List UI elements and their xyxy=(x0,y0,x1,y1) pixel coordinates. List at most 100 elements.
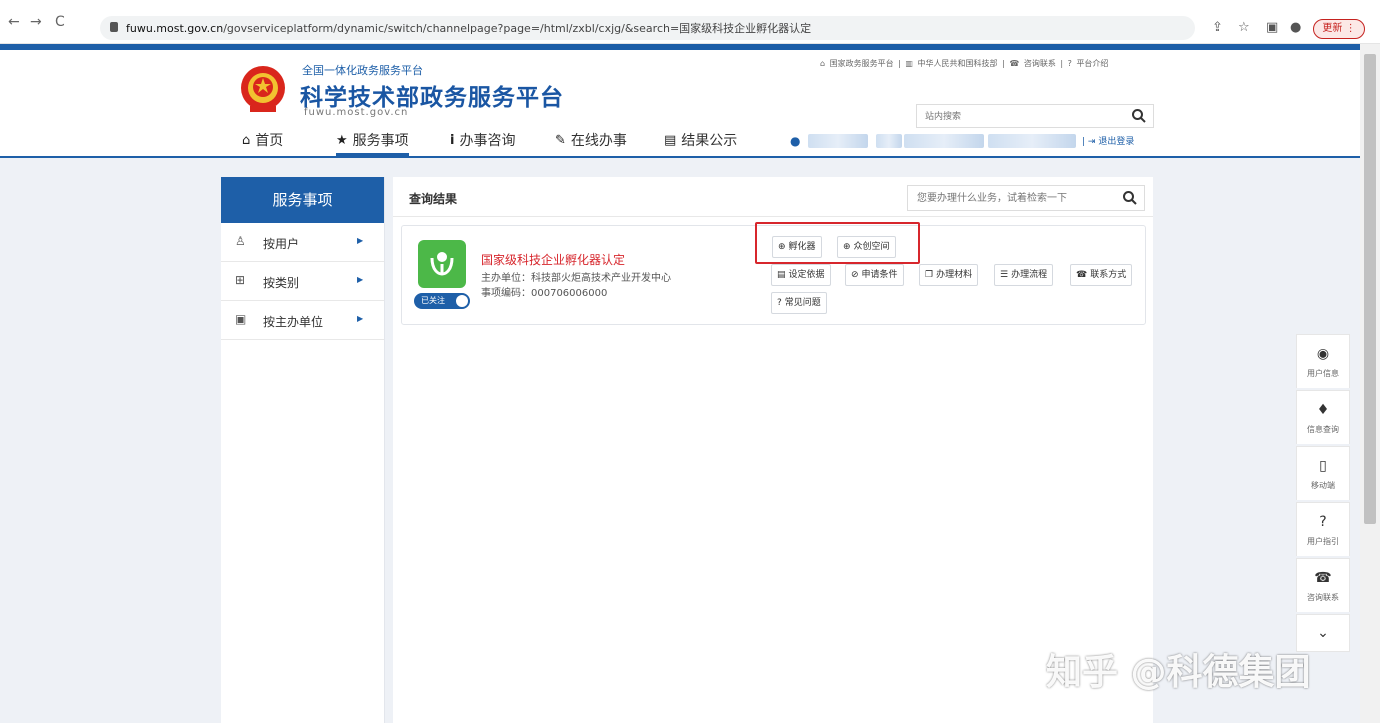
results-title: 查询结果 xyxy=(409,192,458,206)
arrow-circle-icon: ⊕ xyxy=(778,242,786,252)
list-icon: ☰ xyxy=(1000,270,1009,280)
logout-icon: ⇥ xyxy=(1087,137,1096,147)
service-app-icon[interactable] xyxy=(418,240,466,288)
redacted-user-info xyxy=(904,134,984,148)
arrow-circle-icon: ⊕ xyxy=(843,242,851,252)
reload-icon[interactable]: C xyxy=(55,13,65,31)
nav-consult[interactable]: i 办事咨询 xyxy=(450,131,515,150)
url-text: fuwu.most.gov.cn/govserviceplatform/dyna… xyxy=(126,22,812,35)
sidebar: 服务事项 ♙ 按用户 ▶ ⊞ 按类别 ▶ ▣ 按主办单位 ▶ xyxy=(221,177,385,723)
forward-icon[interactable]: → xyxy=(30,13,42,31)
question-circle-icon: ? xyxy=(777,298,782,308)
service-search-input[interactable] xyxy=(908,186,1116,210)
building-icon: ▣ xyxy=(235,312,247,326)
top-link-ministry[interactable]: 中华人民共和国科技部 xyxy=(918,59,998,68)
results-header: 查询结果 xyxy=(393,177,1153,217)
top-link-national-platform[interactable]: 国家政务服务平台 xyxy=(830,59,894,68)
tag-incubator[interactable]: ⊕ 孵化器 xyxy=(772,236,822,258)
nav-results[interactable]: ▤ 结果公示 xyxy=(664,131,737,150)
share-icon[interactable]: ⇪ xyxy=(1212,20,1223,36)
book-icon: ▤ xyxy=(664,132,677,148)
action-materials[interactable]: ❐ 办理材料 xyxy=(919,264,979,286)
rail-info-query[interactable]: ♦ 信息查询 xyxy=(1296,390,1350,444)
phone-icon: ☎ xyxy=(1314,570,1332,586)
profile-icon[interactable]: ● xyxy=(1290,20,1301,36)
caret-right-icon: ▶ xyxy=(357,275,364,284)
caret-right-icon: ▶ xyxy=(357,314,364,323)
pencil-icon: ✎ xyxy=(555,132,566,148)
site-domain: fuwu.most.gov.cn xyxy=(304,107,409,118)
sprout-icon xyxy=(430,252,454,276)
service-search-box xyxy=(907,185,1145,211)
update-button[interactable]: 更新 ⋮ xyxy=(1313,19,1365,39)
sidebar-title: 服务事项 xyxy=(221,177,384,223)
tag-maker-space[interactable]: ⊕ 众创空间 xyxy=(837,236,896,258)
watermark: 知乎 @科德集团 xyxy=(1046,652,1311,693)
side-panel-icon[interactable]: ▣ xyxy=(1266,20,1278,36)
copy-icon: ❐ xyxy=(925,270,934,280)
logout-link[interactable]: | ⇥ 退出登录 xyxy=(1082,134,1134,147)
home-icon: ⌂ xyxy=(820,59,826,68)
check-circle-icon: ⊘ xyxy=(851,270,859,280)
service-title[interactable]: 国家级科技企业孵化器认定 xyxy=(481,251,625,268)
caret-right-icon: ▶ xyxy=(357,236,364,245)
host-unit: 主办单位：科技部火炬高技术产业开发中心 xyxy=(481,273,671,284)
lightbulb-icon: ♦ xyxy=(1316,402,1330,418)
user-icon: ♙ xyxy=(235,234,246,248)
follow-toggle[interactable]: 已关注 xyxy=(414,293,470,309)
home-icon: ⌂ xyxy=(242,132,251,148)
browser-toolbar: ← → C fuwu.most.gov.cn/govserviceplatfor… xyxy=(0,0,1380,44)
sidebar-item-by-user[interactable]: ♙ 按用户 ▶ xyxy=(221,223,384,262)
help-icon: ? xyxy=(1067,59,1072,68)
info-icon: i xyxy=(450,132,455,148)
page-scrollbar[interactable] xyxy=(1360,44,1380,723)
search-icon[interactable] xyxy=(1131,108,1147,124)
user-circle-icon: ◉ xyxy=(1316,346,1330,362)
scrollbar-thumb[interactable] xyxy=(1364,54,1376,524)
nav-services[interactable]: ★ 服务事项 xyxy=(336,131,409,156)
top-link-about[interactable]: 平台介绍 xyxy=(1076,59,1108,68)
top-link-contact[interactable]: 咨询联系 xyxy=(1024,59,1056,68)
back-icon[interactable]: ← xyxy=(8,13,20,31)
nav-online[interactable]: ✎ 在线办事 xyxy=(555,131,627,150)
redacted-user-info xyxy=(876,134,902,148)
action-basis[interactable]: ▤ 设定依据 xyxy=(771,264,831,286)
action-contact[interactable]: ☎ 联系方式 xyxy=(1070,264,1133,286)
floating-toolbar: ◉ 用户信息 ♦ 信息查询 ▯ 移动端 ? 用户指引 ☎ 咨询联系 ⌄ xyxy=(1296,334,1350,652)
bookmark-star-icon[interactable]: ☆ xyxy=(1238,20,1250,36)
ministry-icon: ▥ xyxy=(905,59,913,68)
rail-user-info[interactable]: ◉ 用户信息 xyxy=(1296,334,1350,388)
phone-icon: ☎ xyxy=(1076,270,1088,280)
sidebar-item-by-category[interactable]: ⊞ 按类别 ▶ xyxy=(221,262,384,301)
rail-contact[interactable]: ☎ 咨询联系 xyxy=(1296,558,1350,612)
site-subtitle: 全国一体化政务服务平台 xyxy=(302,64,423,77)
top-links: ⌂ 国家政务服务平台 | ▥ 中华人民共和国科技部 | ☎ 咨询联系 | ? 平… xyxy=(820,59,1109,68)
item-code: 事项编码：000706006000 xyxy=(481,288,608,299)
document-icon: ▤ xyxy=(777,270,786,280)
national-emblem-icon xyxy=(241,66,285,112)
results-panel: 查询结果 已关注 国家级科技企业孵化器认定 主办单位：科技部火炬高技术产业开发中… xyxy=(393,177,1153,723)
redacted-user-info xyxy=(808,134,868,148)
mobile-icon: ▯ xyxy=(1319,458,1327,474)
site-search-box xyxy=(916,104,1154,128)
chevron-down-icon: ⌄ xyxy=(1317,625,1329,641)
action-conditions[interactable]: ⊘ 申请条件 xyxy=(845,264,904,286)
grid-icon: ⊞ xyxy=(235,273,246,287)
phone-icon: ☎ xyxy=(1009,59,1020,68)
search-icon[interactable] xyxy=(1122,190,1138,206)
sidebar-item-by-unit[interactable]: ▣ 按主办单位 ▶ xyxy=(221,301,384,340)
lock-icon xyxy=(110,22,118,32)
site-search-input[interactable] xyxy=(917,105,1127,127)
user-icon: ● xyxy=(790,134,801,148)
action-faq[interactable]: ? 常见问题 xyxy=(771,292,827,314)
address-bar[interactable]: fuwu.most.gov.cn/govserviceplatform/dyna… xyxy=(100,16,1195,40)
rail-mobile[interactable]: ▯ 移动端 xyxy=(1296,446,1350,500)
nav-home[interactable]: ⌂ 首页 xyxy=(242,131,283,150)
toggle-knob xyxy=(456,295,468,307)
question-circle-icon: ? xyxy=(1319,514,1327,530)
redacted-user-info xyxy=(988,134,1076,148)
star-icon: ★ xyxy=(336,132,348,148)
result-card: 已关注 国家级科技企业孵化器认定 主办单位：科技部火炬高技术产业开发中心 事项编… xyxy=(401,222,1146,325)
rail-user-guide[interactable]: ? 用户指引 xyxy=(1296,502,1350,556)
action-process[interactable]: ☰ 办理流程 xyxy=(994,264,1054,286)
